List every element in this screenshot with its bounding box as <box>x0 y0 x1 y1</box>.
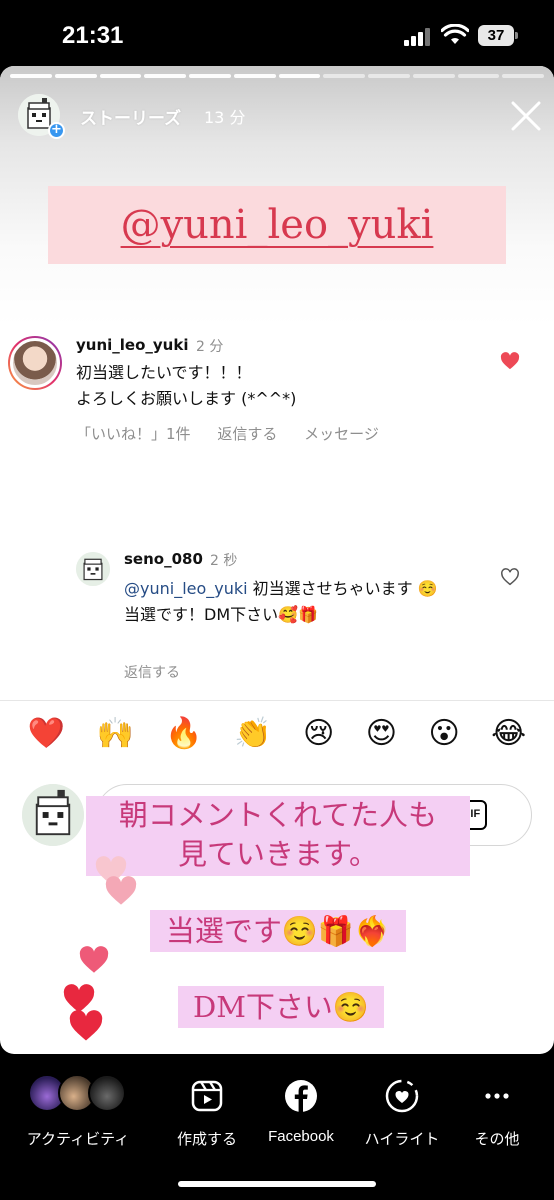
emoji-surprised-button[interactable]: 😮 <box>428 716 459 751</box>
my-avatar <box>22 784 84 846</box>
comment-likes-count[interactable]: 「いいね！」1件 <box>76 425 191 443</box>
nav-more-label: その他 <box>474 1131 520 1148</box>
story-author-name[interactable]: ストーリーズ <box>80 104 181 129</box>
comment-message-button[interactable]: メッセージ <box>304 425 379 443</box>
reply-author-avatar[interactable] <box>76 552 110 586</box>
quick-reaction-bar: ❤️ 🙌 🔥 👏 😢 😍 😮 😂 <box>0 716 554 751</box>
signal-icon <box>404 28 432 46</box>
emoji-crying-button[interactable]: 😢 <box>303 716 334 751</box>
decorative-heart-icon <box>79 946 109 973</box>
commenter-avatar[interactable] <box>8 336 62 390</box>
close-icon[interactable] <box>506 96 546 136</box>
comment-actions: 「いいね！」1件 返信する メッセージ <box>76 423 401 444</box>
more-dots-icon <box>485 1093 509 1099</box>
pixel-avatar-icon <box>22 784 84 846</box>
story-viewer[interactable]: + ストーリーズ 13 分 @yuni_leo_yuki yuni_leo_yu… <box>0 66 554 1054</box>
battery-tip <box>515 32 518 39</box>
reply-username[interactable]: seno_080 <box>124 550 203 568</box>
pixel-avatar-icon <box>76 552 110 586</box>
decorative-heart-icon <box>69 1010 103 1041</box>
nav-create-label: 作成する <box>176 1131 238 1148</box>
story-progress-bar <box>10 74 544 78</box>
emoji-laughing-button[interactable]: 😂 <box>491 716 526 751</box>
story-timestamp: 13 分 <box>204 108 246 127</box>
activity-viewers-icon[interactable] <box>26 1074 130 1114</box>
reply-reply-button[interactable]: 返信する <box>124 662 180 682</box>
story-caption-3: DM下さい☺️ <box>178 986 384 1028</box>
add-story-icon[interactable]: + <box>48 122 65 139</box>
story-caption-2: 当選です☺️🎁❤️‍🔥 <box>150 910 406 952</box>
comments-sheet: yuni_leo_yuki 2 分 初当選したいです！！！ よろしくお願いします… <box>0 326 554 792</box>
emoji-raised-hands-button[interactable]: 🙌 <box>97 716 134 751</box>
emoji-clap-button[interactable]: 👏 <box>234 716 271 751</box>
liked-heart-icon[interactable] <box>500 352 520 370</box>
reply-mention-link[interactable]: @yuni_leo_yuki <box>124 579 248 598</box>
home-indicator[interactable] <box>178 1181 376 1187</box>
highlight-heart-icon <box>385 1079 419 1113</box>
story-bottom-bar: アクティビティ 作成する Facebook ハイライト その他 <box>0 1054 554 1200</box>
mention-sticker-text: @yuni_leo_yuki <box>120 202 434 248</box>
emoji-heart-button[interactable]: ❤️ <box>28 716 65 751</box>
emoji-fire-button[interactable]: 🔥 <box>165 716 202 751</box>
reply-text-line2: 当選です！DM下さい🥰🎁 <box>124 605 318 624</box>
comment-username[interactable]: yuni_leo_yuki <box>76 336 188 354</box>
mention-sticker[interactable]: @yuni_leo_yuki <box>48 186 506 264</box>
reply-text-line1: 初当選させちゃいます ☺️ <box>247 579 438 598</box>
nav-facebook-label: Facebook <box>268 1128 334 1145</box>
facebook-icon <box>285 1080 317 1112</box>
emoji-heart-eyes-button[interactable]: 😍 <box>366 716 397 751</box>
comment-reply-button[interactable]: 返信する <box>217 425 277 443</box>
nav-activity-label: アクティビティ <box>26 1131 130 1148</box>
create-reel-icon <box>191 1080 223 1112</box>
nav-highlight-label: ハイライト <box>364 1131 440 1148</box>
reply-timestamp: 2 秒 <box>210 553 238 569</box>
decorative-heart-icon <box>105 876 137 905</box>
status-bar: 21:31 37 <box>0 0 554 70</box>
wifi-icon <box>441 24 469 44</box>
divider <box>0 700 554 701</box>
story-caption-1: 朝コメントくれてた人も 見ていきます。 <box>86 796 470 876</box>
comment-text: 初当選したいです！！！ よろしくお願いします (*^^*) <box>76 363 297 408</box>
clock: 21:31 <box>62 22 124 49</box>
battery-icon: 37 <box>478 25 514 46</box>
like-heart-icon[interactable] <box>500 568 520 586</box>
reply-text: @yuni_leo_yuki 初当選させちゃいます ☺️ 当選です！DM下さい🥰… <box>124 576 484 628</box>
comment-timestamp: 2 分 <box>196 339 224 355</box>
